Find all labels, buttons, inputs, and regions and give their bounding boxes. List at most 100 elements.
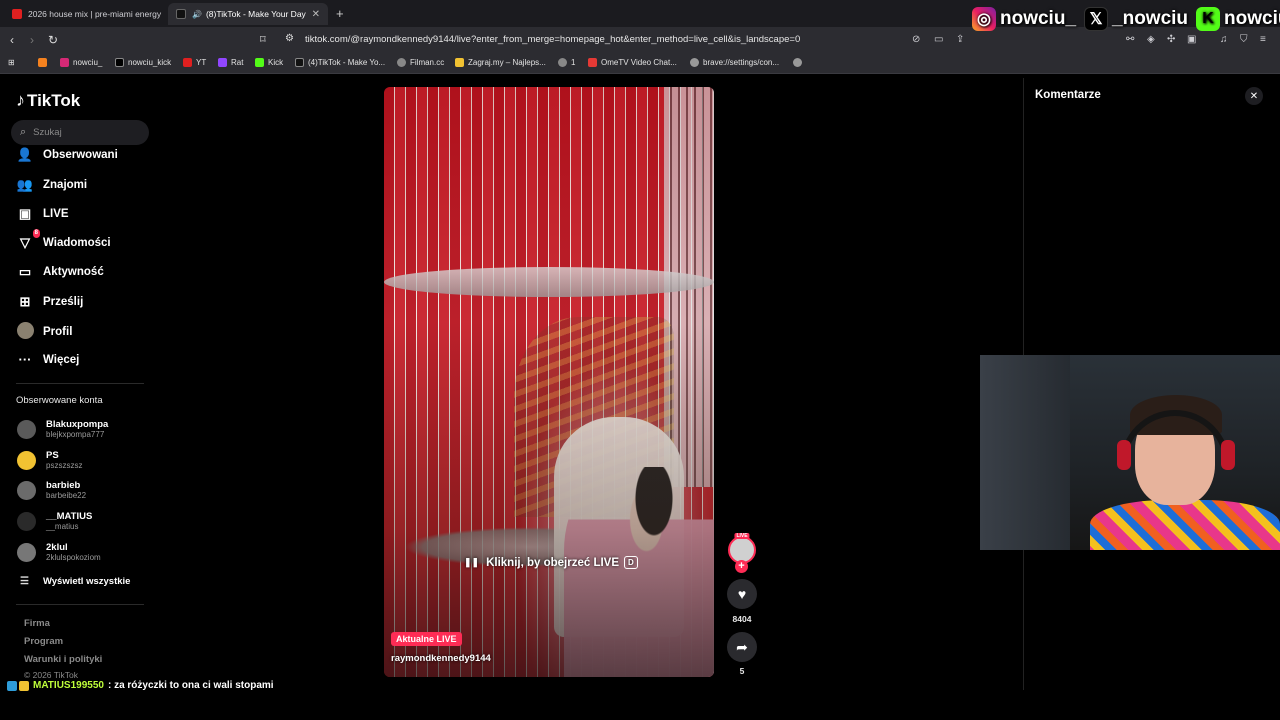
chat-text: : za różyczki to ona ci wali stopami bbox=[107, 680, 274, 691]
wallet-icon[interactable]: ◈ bbox=[1147, 34, 1155, 45]
headset-earcup bbox=[1221, 440, 1235, 470]
bookmark-item[interactable]: YT bbox=[183, 58, 206, 67]
nav-profile[interactable]: Profil bbox=[16, 322, 72, 342]
search-box[interactable]: ⌕ bbox=[11, 120, 149, 145]
install-icon[interactable]: ▭ bbox=[934, 34, 943, 45]
avatar bbox=[17, 481, 36, 500]
brave-icon bbox=[38, 58, 47, 67]
account-name: 2klul bbox=[46, 542, 68, 553]
account-username: blejkxpompa777 bbox=[46, 430, 105, 439]
site-settings-icon[interactable]: ⚙ bbox=[285, 33, 294, 44]
no-camera-icon[interactable]: ⊘ bbox=[912, 34, 920, 45]
bookmark-item[interactable]: Zagraj.my – Najleps... bbox=[455, 58, 546, 67]
bookmark-item[interactable]: Kick bbox=[255, 58, 283, 67]
account-name: Blakuxpompa bbox=[46, 419, 109, 430]
globe-icon bbox=[397, 58, 406, 67]
nav-label: LIVE bbox=[43, 208, 69, 220]
close-icon[interactable]: ✕ bbox=[1245, 87, 1263, 105]
bookmark-item[interactable]: Rat bbox=[218, 58, 243, 67]
live-badge: LIVE bbox=[734, 533, 750, 539]
shield-icon[interactable]: ⛉ bbox=[1240, 34, 1248, 45]
avatar bbox=[16, 322, 34, 339]
bookmark-item[interactable]: brave://settings/con... bbox=[690, 58, 779, 67]
bookmark-item[interactable] bbox=[38, 58, 51, 67]
new-tab-button[interactable]: + bbox=[336, 6, 344, 21]
tiktok-note-icon: ♪ bbox=[16, 90, 25, 110]
bookmark-icon[interactable]: ⌑ bbox=[260, 33, 266, 46]
comments-title: Komentarze bbox=[1035, 89, 1101, 101]
show-all-button[interactable]: ☰ Wyświetl wszystkie bbox=[20, 576, 130, 587]
heart-icon: ♥ bbox=[737, 586, 747, 602]
share-button[interactable]: ➦ bbox=[727, 632, 757, 662]
activity-icon: ▭ bbox=[18, 264, 32, 279]
followed-account[interactable]: barbieb barbeibe22 bbox=[17, 480, 86, 501]
apps-icon[interactable]: ⊞ bbox=[8, 58, 15, 67]
webcam-overlay bbox=[980, 355, 1280, 550]
bookmark-item[interactable]: nowciu_kick bbox=[115, 58, 171, 67]
media-icon[interactable]: ♫ bbox=[1220, 34, 1228, 45]
bookmark-item[interactable]: (4)TikTok - Make Yo... bbox=[295, 58, 385, 67]
account-name: PS bbox=[46, 450, 59, 461]
nav-live[interactable]: ▣ LIVE bbox=[16, 206, 69, 222]
kick-icon: K bbox=[1196, 7, 1221, 31]
notification-badge: 8 bbox=[32, 229, 40, 238]
followed-account[interactable]: 2klul 2klulspokoziom bbox=[17, 542, 101, 563]
search-input[interactable] bbox=[33, 127, 134, 138]
forward-icon[interactable]: › bbox=[30, 33, 34, 47]
webcam-background bbox=[980, 355, 1070, 550]
tab-label: 2026 house mix | pre-miami energy bbox=[28, 9, 162, 19]
tiktok-logo[interactable]: ♪ TikTok bbox=[16, 90, 80, 111]
current-live-badge[interactable]: Aktualne LIVE bbox=[391, 632, 462, 646]
avatar bbox=[17, 543, 36, 562]
nav-friends[interactable]: 👥 Znajomi bbox=[16, 177, 87, 193]
bookmark-item[interactable]: OmeTV Video Chat... bbox=[588, 58, 677, 67]
footer-link-terms[interactable]: Warunki i polityki bbox=[24, 654, 102, 665]
bookmark-item[interactable]: Filman.cc bbox=[397, 58, 444, 67]
streamer-username[interactable]: raymondkennedy9144 bbox=[391, 653, 491, 664]
close-tab-icon[interactable]: ✕ bbox=[312, 9, 320, 20]
like-button[interactable]: ♥ bbox=[727, 579, 757, 609]
back-icon[interactable]: ‹ bbox=[10, 33, 14, 47]
following-icon: 👤 bbox=[16, 147, 34, 162]
x-icon bbox=[115, 58, 124, 67]
more-icon: ··· bbox=[18, 352, 32, 367]
bookmark-item[interactable] bbox=[793, 58, 806, 67]
tiktok-icon bbox=[295, 58, 304, 67]
followed-account[interactable]: __MATIUS __matius bbox=[17, 511, 92, 532]
sidebar-icon[interactable]: ▣ bbox=[1187, 34, 1196, 45]
footer-link-program[interactable]: Program bbox=[24, 636, 63, 647]
live-video[interactable] bbox=[384, 87, 714, 677]
click-to-watch-hint[interactable]: ❚❚ Kliknij, by obejrzeć LIVE D bbox=[464, 556, 638, 569]
nav-following[interactable]: 👤 Obserwowani bbox=[16, 147, 118, 163]
bookmark-item[interactable]: nowciu_ bbox=[60, 58, 102, 67]
instagram-icon bbox=[60, 58, 69, 67]
account-name: barbieb bbox=[46, 480, 81, 491]
social-name: nowciu_ bbox=[1000, 8, 1077, 29]
followed-account[interactable]: PS pszszszsz bbox=[17, 450, 82, 471]
avatar bbox=[17, 512, 36, 531]
instagram-icon: ◎ bbox=[972, 7, 996, 31]
reload-icon[interactable]: ↻ bbox=[48, 33, 58, 47]
avatar bbox=[17, 451, 36, 470]
footer-link-company[interactable]: Firma bbox=[24, 618, 50, 629]
followed-account[interactable]: Blakuxpompa blejkxpompa777 bbox=[17, 419, 108, 440]
settings-icon bbox=[690, 58, 699, 67]
menu-icon[interactable]: ≡ bbox=[1260, 34, 1266, 45]
speaker-icon[interactable]: 🔊 bbox=[192, 10, 202, 19]
share-icon[interactable]: ⇪ bbox=[956, 34, 964, 45]
nav-upload[interactable]: ⊞ Prześlij bbox=[16, 294, 84, 310]
game-icon bbox=[455, 58, 464, 67]
follow-button[interactable]: + bbox=[735, 560, 748, 573]
bookmark-item[interactable]: 1 bbox=[558, 58, 575, 67]
nav-more[interactable]: ··· Więcej bbox=[16, 352, 80, 367]
nav-activity[interactable]: ▭ Aktywność bbox=[16, 264, 104, 280]
extensions-icon[interactable]: ✣ bbox=[1167, 34, 1175, 45]
browser-tab[interactable]: 2026 house mix | pre-miami energy bbox=[4, 3, 164, 25]
nav-label: Profil bbox=[43, 326, 73, 338]
url-field[interactable]: tiktok.com/@raymondkennedy9144/live?ente… bbox=[305, 34, 800, 45]
vpn-icon[interactable]: ⚯ bbox=[1126, 34, 1134, 45]
list-icon: ☰ bbox=[20, 576, 29, 587]
video-shade bbox=[384, 87, 714, 677]
nav-messages[interactable]: ▽ 8 Wiadomości bbox=[16, 229, 111, 251]
browser-tab-active[interactable]: 🔊 (8)TikTok - Make Your Day ✕ bbox=[168, 3, 328, 25]
